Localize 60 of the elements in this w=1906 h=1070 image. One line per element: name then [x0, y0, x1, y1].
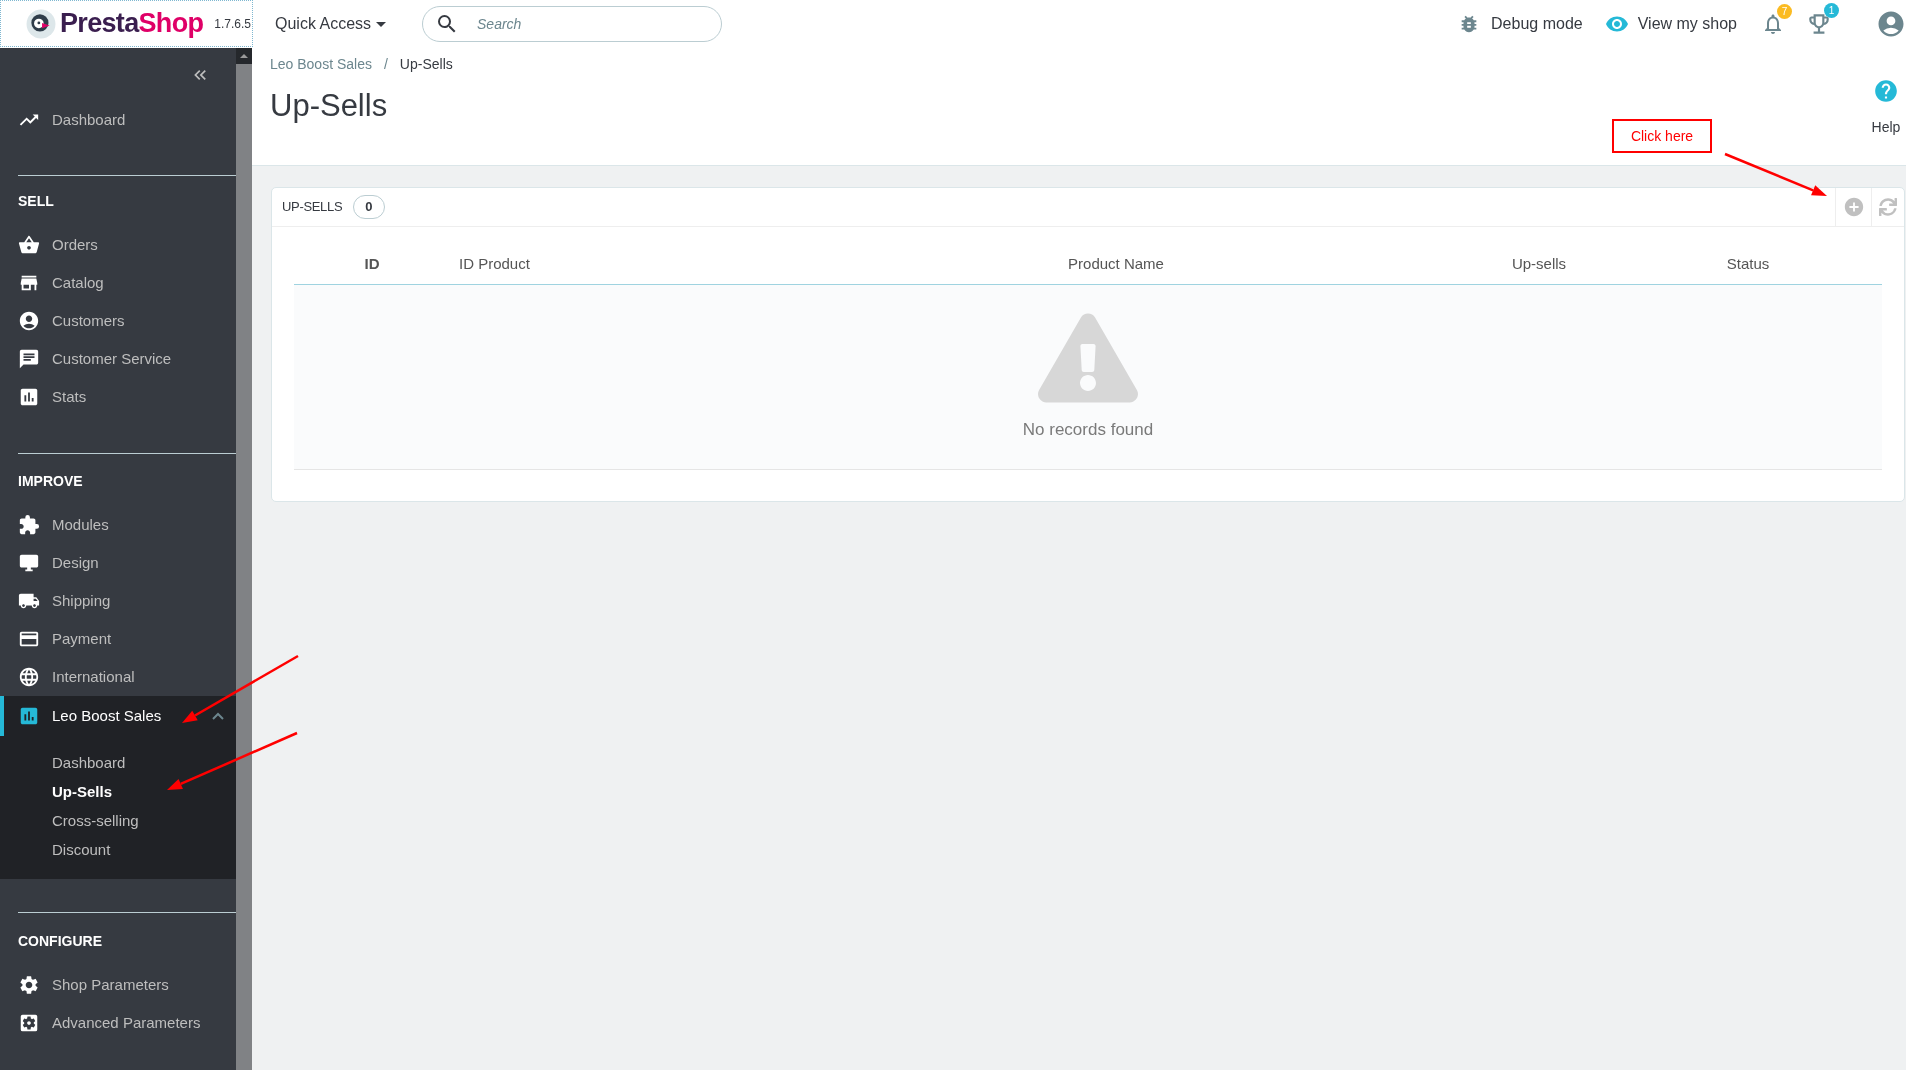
notification-badge: 7 — [1777, 4, 1792, 19]
sidebar-item[interactable]: Advanced Parameters — [0, 1004, 236, 1042]
submenu-item[interactable]: Dashboard — [0, 749, 236, 778]
scrollbar[interactable] — [236, 48, 252, 1070]
search-field[interactable]: Search — [422, 6, 723, 42]
chat-icon — [18, 348, 40, 370]
empty-message: No records found — [1022, 419, 1154, 441]
column-header[interactable]: ID Product — [450, 244, 800, 284]
column-header[interactable]: Status — [1646, 244, 1850, 284]
settings-box-icon — [18, 1012, 40, 1034]
column-header[interactable]: Up-sells — [1432, 244, 1646, 284]
sidebar-item[interactable]: Modules — [0, 506, 236, 544]
view-shop-link[interactable]: View my shop — [1604, 12, 1737, 36]
caret-down-icon — [376, 21, 387, 27]
basket-icon — [18, 234, 40, 256]
scroll-up-icon[interactable] — [240, 54, 248, 58]
sidebar-item[interactable]: Orders — [0, 226, 236, 264]
breadcrumb-separator: / — [383, 54, 388, 74]
sidebar-item[interactable]: Catalog — [0, 264, 236, 302]
submenu-item[interactable]: Up-Sells — [0, 778, 236, 807]
monitor-icon — [18, 552, 40, 574]
submenu-item[interactable]: Cross-selling — [0, 807, 236, 836]
sidebar-item[interactable]: Design — [0, 544, 236, 582]
sidebar-item[interactable]: Payment — [0, 620, 236, 658]
bar-chart-icon — [18, 705, 40, 727]
breadcrumb-link[interactable]: Leo Boost Sales — [270, 53, 372, 75]
annotation-label: Click here — [1612, 119, 1712, 153]
bird-logo-icon — [26, 8, 56, 39]
column-header[interactable]: Product Name — [800, 244, 1432, 284]
section-title: SELL — [18, 192, 55, 211]
sidebar-item[interactable]: Stats — [0, 378, 236, 416]
sidebar-item[interactable]: Shipping — [0, 582, 236, 620]
submenu-item[interactable]: Discount — [0, 836, 236, 865]
version-label: 1.7.6.5 — [214, 15, 251, 33]
refresh-icon — [1879, 198, 1897, 216]
person-icon — [18, 310, 40, 332]
help-button[interactable]: Help — [1870, 78, 1902, 138]
page-title: Up-Sells — [270, 87, 389, 125]
quick-access-button[interactable]: Quick Access — [275, 12, 387, 36]
logo-wordmark: PrestaShop — [60, 10, 204, 37]
puzzle-icon — [18, 514, 40, 536]
panel-title: UP-SELLS — [282, 198, 343, 217]
sidebar-item[interactable]: Customer Service — [0, 340, 236, 378]
section-title: IMPROVE — [18, 472, 84, 491]
bar-chart-icon — [18, 386, 40, 408]
sidebar-item[interactable]: Dashboard — [0, 101, 236, 139]
column-header[interactable]: ID — [294, 244, 450, 284]
breadcrumb-current: Up-Sells — [399, 54, 453, 74]
user-avatar-icon[interactable] — [1876, 9, 1906, 39]
sidebar-item[interactable]: Leo Boost Sales — [0, 696, 236, 736]
settings-icon — [18, 974, 40, 996]
sidebar-item[interactable]: International — [0, 658, 236, 696]
debug-mode-link[interactable]: Debug mode — [1458, 12, 1583, 36]
logo-link[interactable]: PrestaShop 1.7.6.5 — [0, 0, 253, 47]
section-title: CONFIGURE — [18, 932, 103, 951]
sidebar-item[interactable]: Shop Parameters — [0, 966, 236, 1004]
sidebar-item[interactable]: Customers — [0, 302, 236, 340]
achievement-badge: 1 — [1824, 3, 1839, 18]
globe-icon — [18, 666, 40, 688]
warning-icon — [1038, 313, 1138, 403]
